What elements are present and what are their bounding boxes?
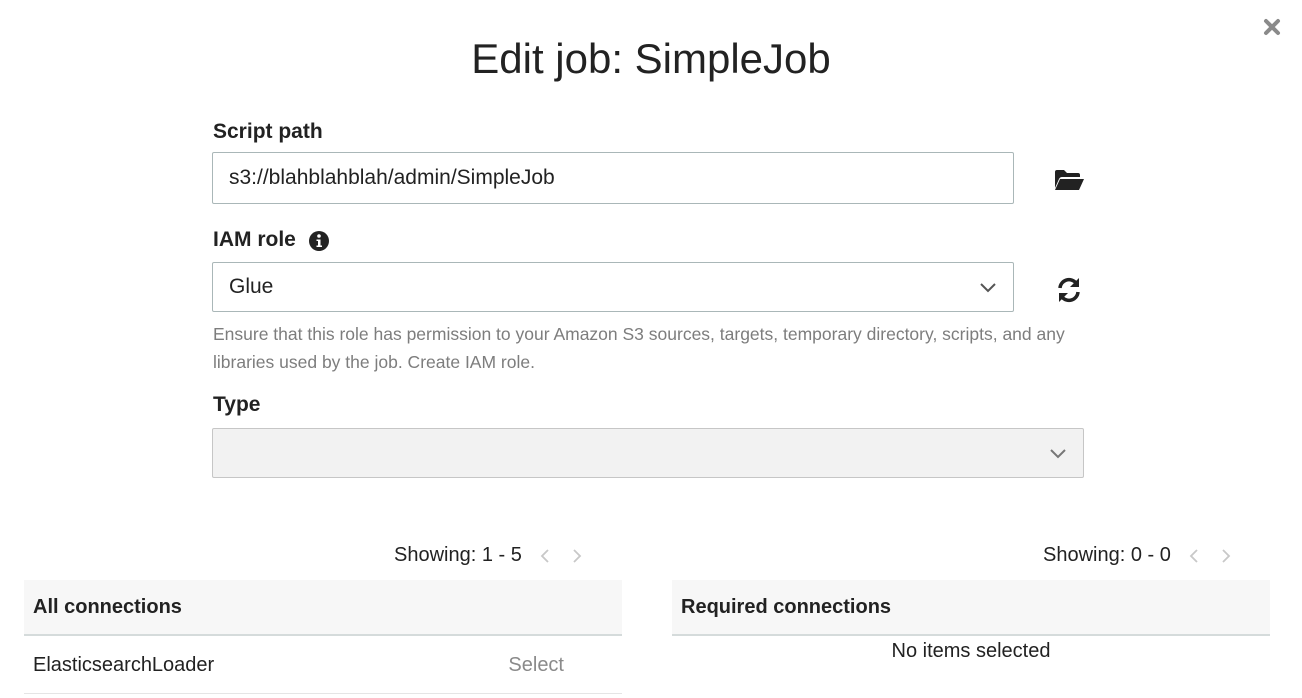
iam-role-selected-value: Glue: [229, 275, 274, 298]
all-connections-showing: Showing: 1 - 5: [394, 544, 522, 566]
iam-role-help-text: Ensure that this role has permission to …: [213, 324, 1065, 372]
script-path-input[interactable]: [212, 152, 1014, 204]
edit-job-dialog: Edit job: SimpleJob Script path IAM role…: [0, 0, 1302, 698]
prev-page-button[interactable]: [536, 546, 554, 566]
required-connections-empty-text: No items selected: [891, 640, 1051, 662]
script-path-label: Script path: [213, 120, 323, 143]
all-connections-pager: Showing: 1 - 5: [394, 544, 586, 567]
type-select[interactable]: [212, 428, 1084, 478]
refresh-icon: [1058, 277, 1080, 303]
info-icon[interactable]: [308, 230, 330, 252]
chevron-down-icon: [1050, 449, 1066, 459]
next-page-button[interactable]: [1217, 546, 1235, 566]
all-connections-header: All connections: [24, 580, 622, 636]
connection-name: ElasticsearchLoader: [33, 654, 215, 676]
select-connection-link[interactable]: Select: [508, 654, 564, 677]
required-connections-showing: Showing: 0 - 0: [1043, 544, 1171, 566]
dialog-title: Edit job: SimpleJob: [471, 35, 831, 82]
iam-role-label-group: IAM role: [213, 227, 330, 252]
next-page-button[interactable]: [568, 546, 586, 566]
connection-row[interactable]: ElasticsearchLoader Select: [24, 638, 622, 694]
iam-role-label: IAM role: [213, 227, 296, 251]
chevron-right-icon: [573, 548, 582, 563]
chevron-right-icon: [1222, 548, 1231, 563]
browse-script-button[interactable]: [1052, 165, 1086, 195]
required-connections-header: Required connections: [672, 580, 1270, 636]
required-connections-pager: Showing: 0 - 0: [1043, 544, 1235, 567]
iam-role-select[interactable]: Glue: [212, 262, 1014, 312]
chevron-left-icon: [540, 548, 549, 563]
type-label: Type: [213, 393, 261, 416]
folder-open-icon: [1055, 170, 1084, 190]
prev-page-button[interactable]: [1185, 546, 1203, 566]
chevron-down-icon: [980, 283, 996, 293]
chevron-left-icon: [1189, 548, 1198, 563]
refresh-roles-button[interactable]: [1052, 275, 1086, 305]
